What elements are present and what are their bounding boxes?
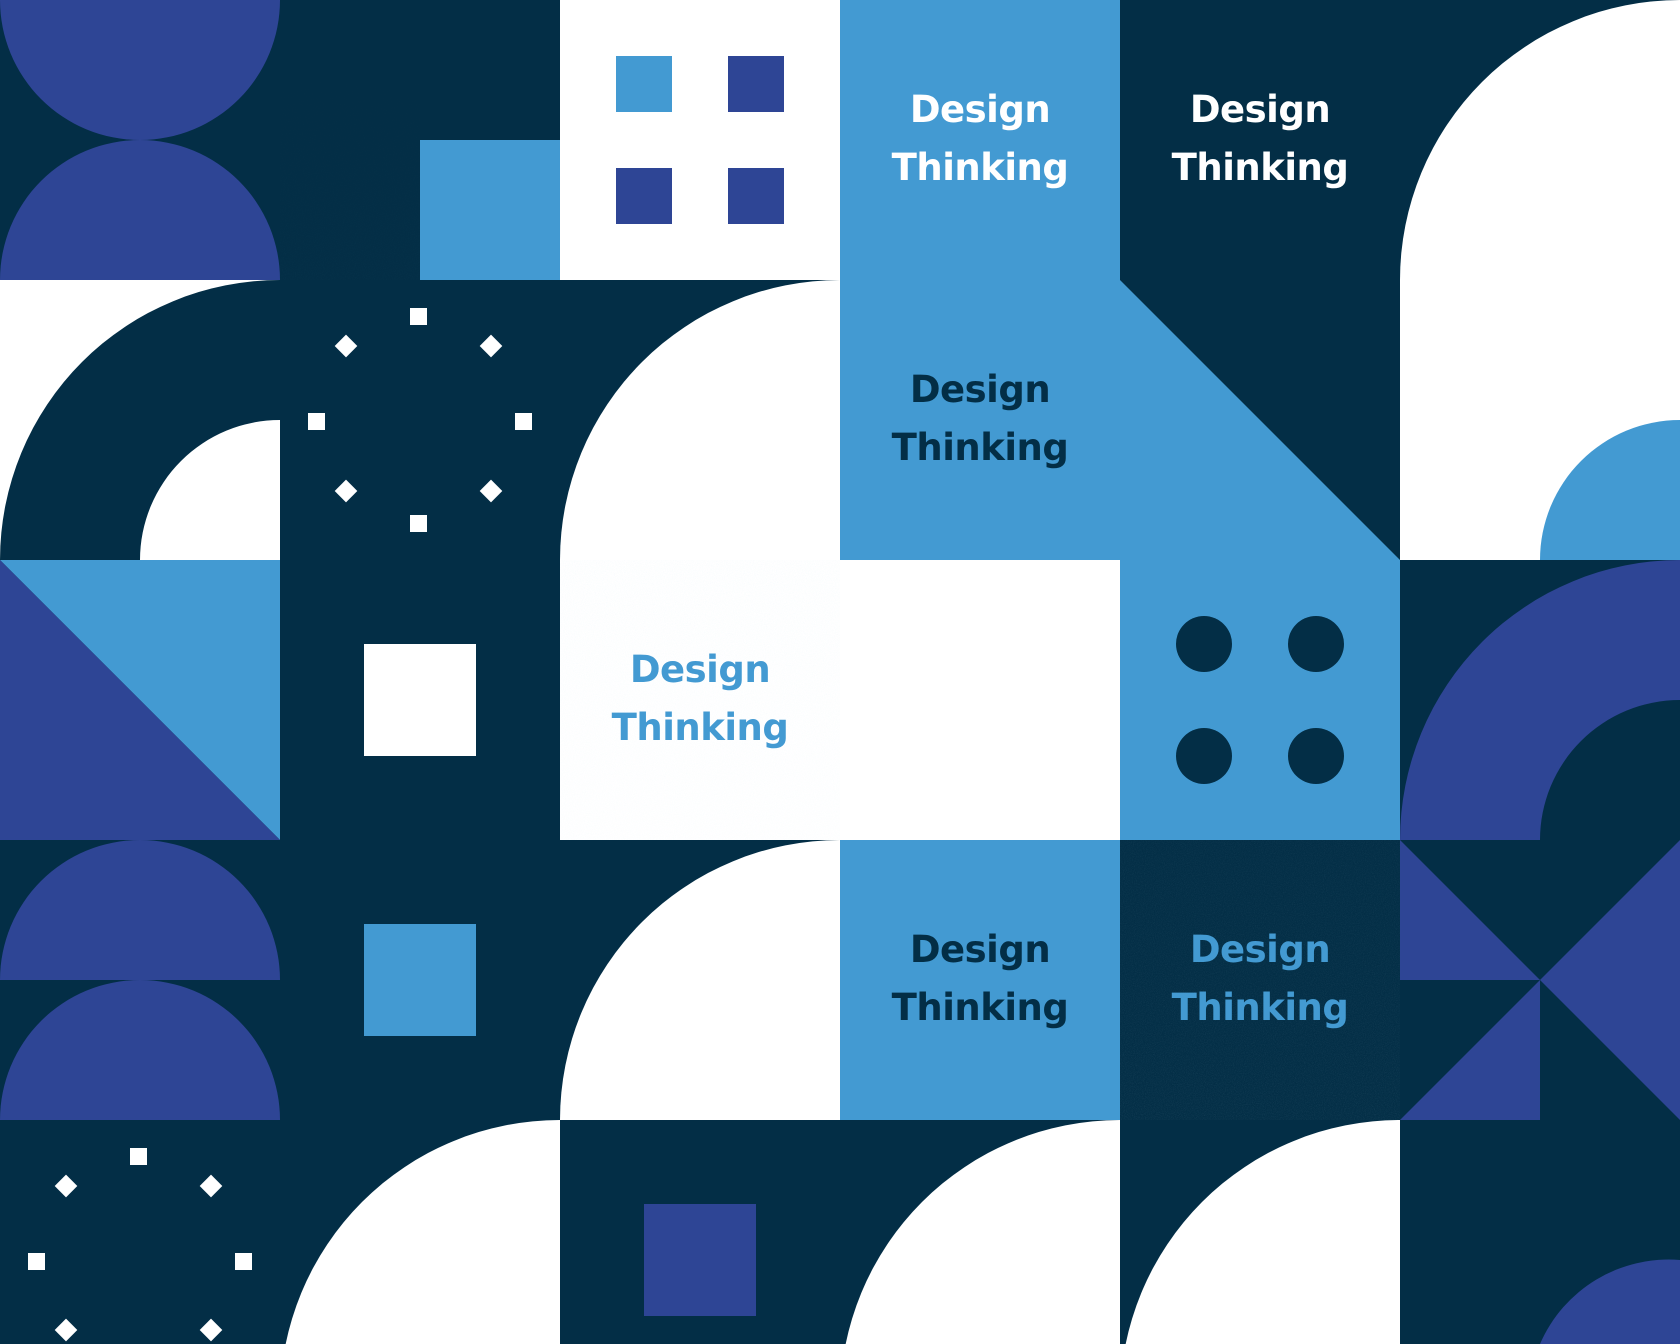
- tile-plain-white: [840, 560, 1120, 840]
- design-thinking-label: Design Thinking: [1120, 81, 1400, 197]
- design-thinking-label: Design Thinking: [840, 81, 1120, 197]
- label-line-design: Design: [629, 648, 771, 691]
- label-line-thinking: Thinking: [891, 426, 1069, 469]
- label-line-thinking: Thinking: [1171, 146, 1349, 189]
- tile-sky-square-b: [364, 924, 476, 1036]
- label-line-thinking: Thinking: [891, 986, 1069, 1029]
- tile-indigo-square: [644, 1204, 756, 1316]
- small-square-indigo-a: [728, 56, 784, 112]
- label-line-thinking: Thinking: [891, 146, 1069, 189]
- grain-texture-a: [280, 0, 420, 280]
- tile-sky-dots-bg: [1120, 560, 1400, 840]
- small-square-indigo-b: [616, 168, 672, 224]
- tile-white-squares-bg: [560, 0, 840, 280]
- label-line-design: Design: [909, 928, 1051, 971]
- label-line-thinking: Thinking: [1171, 986, 1349, 1029]
- design-thinking-pattern: Design Thinking Design Thinking Design T…: [0, 0, 1680, 1344]
- label-line-thinking: Thinking: [611, 706, 789, 749]
- label-line-design: Design: [1189, 88, 1331, 131]
- geometric-tile-grid: [0, 0, 1680, 1344]
- label-line-design: Design: [1189, 928, 1331, 971]
- label-line-design: Design: [909, 368, 1051, 411]
- design-thinking-label: Design Thinking: [560, 641, 840, 757]
- tile-white-square: [364, 644, 476, 756]
- design-thinking-label: Design Thinking: [840, 921, 1120, 1037]
- small-square-indigo-c: [728, 168, 784, 224]
- small-square-sky: [616, 56, 672, 112]
- tile-sky-square: [420, 140, 560, 280]
- design-thinking-label: Design Thinking: [1120, 921, 1400, 1037]
- label-line-design: Design: [909, 88, 1051, 131]
- design-thinking-label: Design Thinking: [840, 361, 1120, 477]
